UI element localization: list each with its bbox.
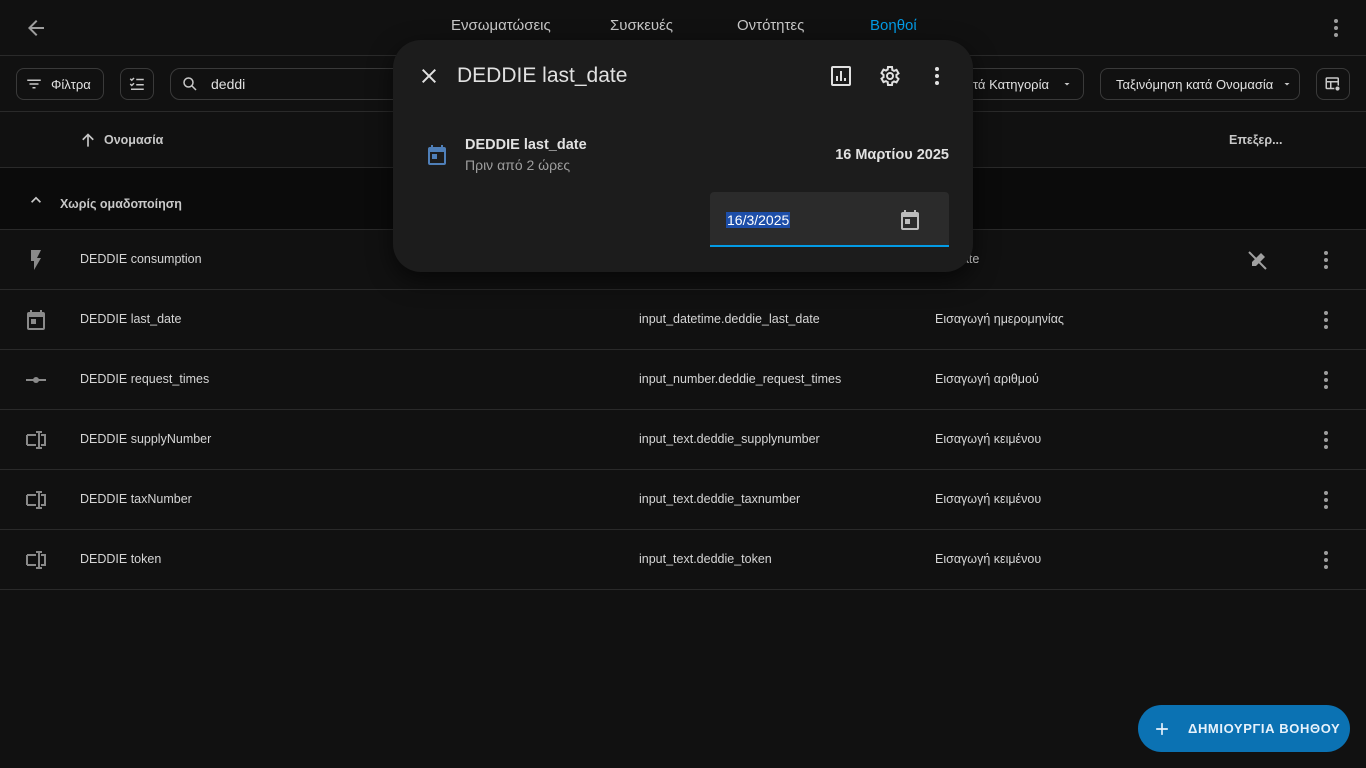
create-helper-label: ΔΗΜΙΟΥΡΓΙΑ ΒΟΗΘΟΥ (1188, 721, 1341, 736)
selection-mode-button[interactable] (120, 68, 154, 100)
sort-by-label: Ταξινόμηση κατά Ονομασία (1116, 76, 1274, 92)
calendar-icon (24, 308, 48, 332)
filter-icon (25, 75, 43, 93)
text-field-icon (24, 428, 48, 452)
row-name: DEDDIE last_date (80, 312, 182, 326)
row-name: DEDDIE supplyNumber (80, 432, 212, 446)
row-name: DEDDIE taxNumber (80, 492, 192, 506)
last-changed: Πριν από 2 ώρες (465, 157, 571, 173)
overflow-menu-icon[interactable] (1322, 8, 1350, 48)
row-overflow-icon[interactable] (1314, 248, 1338, 272)
slider-icon (24, 368, 48, 392)
gear-icon[interactable] (877, 64, 901, 88)
filters-button[interactable]: Φίλτρα (16, 68, 104, 100)
chevron-down-icon (1061, 78, 1073, 90)
row-entity-id: input_number.deddie_request_times (639, 372, 842, 386)
flash-icon (24, 248, 48, 272)
group-label: Χωρίς ομαδοποίηση (60, 197, 182, 211)
row-name: DEDDIE consumption (80, 252, 202, 266)
filters-label: Φίλτρα (51, 76, 91, 92)
checklist-icon (128, 75, 146, 93)
table-row[interactable]: DEDDIE taxNumber input_text.deddie_taxnu… (0, 470, 1366, 530)
table-row[interactable]: DEDDIE request_times input_number.deddie… (0, 350, 1366, 410)
group-by-label: ατά Κατηγορία (965, 76, 1049, 92)
column-header-name[interactable]: Ονομασία (104, 133, 163, 147)
row-entity-id: input_datetime.deddie_last_date (639, 312, 820, 326)
table-row[interactable]: DEDDIE last_date input_datetime.deddie_l… (0, 290, 1366, 350)
text-field-icon (24, 548, 48, 572)
row-overflow-icon[interactable] (1314, 368, 1338, 392)
history-chart-icon[interactable] (829, 64, 853, 88)
search-icon (181, 75, 199, 93)
tab-integrations[interactable]: Ενσωματώσεις (451, 17, 551, 34)
column-header-editable[interactable]: Επεξερ... (1229, 133, 1283, 147)
row-type: Εισαγωγή κειμένου (935, 432, 1042, 446)
row-entity-id: input_text.deddie_token (639, 552, 772, 566)
tab-helpers[interactable]: Βοηθοί (870, 17, 917, 34)
sort-by-dropdown[interactable]: Ταξινόμηση κατά Ονομασία (1100, 68, 1300, 100)
close-icon[interactable] (417, 64, 441, 88)
back-arrow-icon[interactable] (16, 8, 56, 48)
chevron-up-icon[interactable] (26, 190, 46, 210)
row-type: Εισαγωγή ημερομηνίας (935, 312, 1064, 326)
pencil-off-icon (1246, 248, 1270, 272)
search-input[interactable]: deddi (170, 68, 410, 100)
row-type: Εισαγωγή αριθμού (935, 372, 1039, 386)
row-name: DEDDIE request_times (80, 372, 210, 386)
row-overflow-icon[interactable] (1314, 308, 1338, 332)
entity-state: 16 Μαρτίου 2025 (835, 147, 949, 163)
search-value: deddi (211, 76, 246, 92)
dialog-overflow-icon[interactable] (925, 64, 949, 88)
chevron-down-icon (1281, 78, 1293, 90)
row-type: Εισαγωγή κειμένου (935, 552, 1042, 566)
date-input[interactable]: 16/3/2025 (710, 192, 949, 247)
calendar-picker-icon[interactable] (898, 208, 922, 232)
table-settings-button[interactable] (1316, 68, 1350, 100)
table-cog-icon (1324, 75, 1342, 93)
create-helper-button[interactable]: ΔΗΜΙΟΥΡΓΙΑ ΒΟΗΘΟΥ (1138, 705, 1350, 752)
table-row[interactable]: DEDDIE token input_text.deddie_token Εισ… (0, 530, 1366, 590)
dialog-title: DEDDIE last_date (457, 64, 628, 87)
row-type: Εισαγωγή κειμένου (935, 492, 1042, 506)
row-overflow-icon[interactable] (1314, 488, 1338, 512)
row-overflow-icon[interactable] (1314, 548, 1338, 572)
entity-name: DEDDIE last_date (465, 137, 587, 153)
table-row[interactable]: DEDDIE supplyNumber input_text.deddie_su… (0, 410, 1366, 470)
entity-more-info-dialog: DEDDIE last_date DEDDIE last_date Πριν α… (393, 40, 973, 272)
plus-icon (1152, 719, 1172, 739)
row-overflow-icon[interactable] (1314, 428, 1338, 452)
tab-devices[interactable]: Συσκευές (610, 17, 673, 34)
row-entity-id: input_text.deddie_supplynumber (639, 432, 820, 446)
row-name: DEDDIE token (80, 552, 162, 566)
calendar-icon (425, 143, 449, 167)
text-field-icon (24, 488, 48, 512)
arrow-up-icon[interactable] (78, 130, 98, 150)
tab-entities[interactable]: Οντότητες (737, 17, 804, 34)
row-entity-id: input_text.deddie_taxnumber (639, 492, 801, 506)
date-input-value[interactable]: 16/3/2025 (726, 212, 791, 228)
